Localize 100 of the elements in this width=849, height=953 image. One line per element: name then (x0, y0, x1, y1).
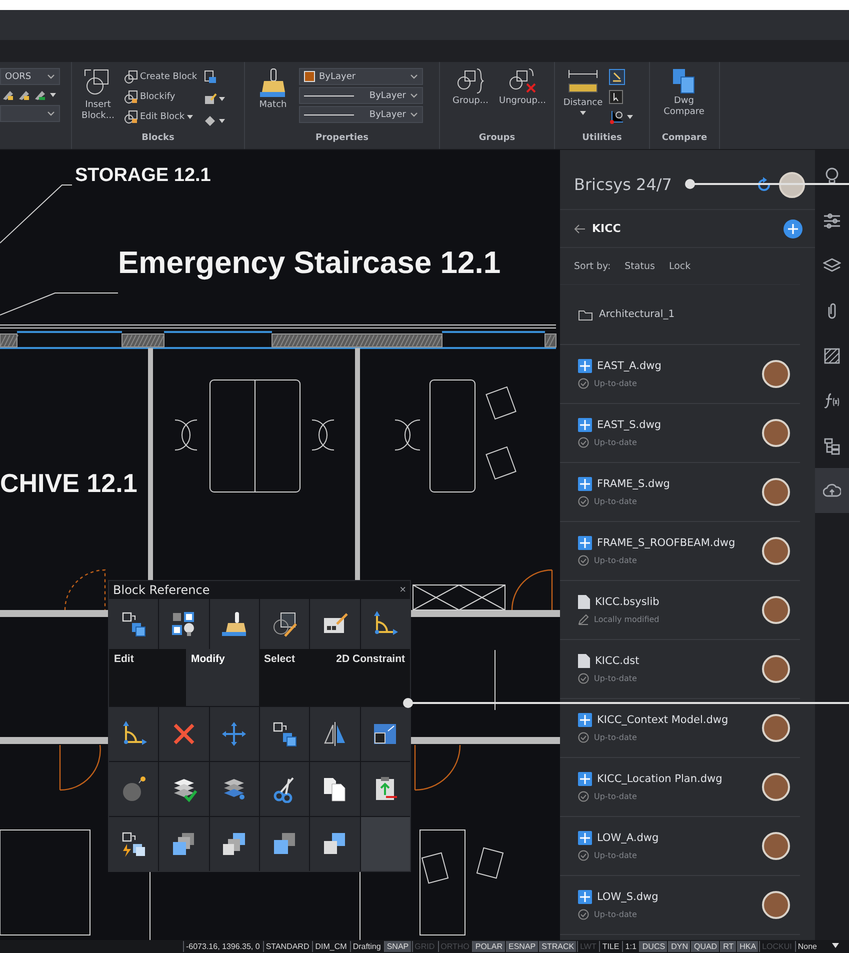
check-circle-icon (578, 732, 589, 743)
back-arrow-icon (574, 224, 586, 234)
constraint-tool[interactable] (109, 707, 158, 761)
block-icon (124, 70, 138, 84)
caret-icon (186, 114, 193, 118)
file-name: FRAME_S_ROOFBEAM.dwg (597, 537, 736, 549)
user-avatar (762, 891, 790, 919)
bring-front-tool[interactable] (159, 817, 209, 871)
edit-block-tool[interactable] (109, 599, 158, 649)
palette-tab[interactable]: Select (259, 649, 334, 706)
scale-tool[interactable] (360, 707, 410, 761)
status-field[interactable]: STANDARD (262, 941, 312, 952)
file-row[interactable]: KICC.bsyslib Locally modified (560, 581, 800, 640)
room-label: Emergency Staircase 12.1 (118, 245, 501, 281)
paste-tool[interactable] (360, 762, 410, 816)
status-toggle[interactable]: SNAP (384, 941, 411, 952)
constraint-tool[interactable] (360, 599, 410, 649)
file-row[interactable]: EAST_S.dwg Up-to-date (560, 404, 800, 463)
status-toggle[interactable]: RT (720, 941, 736, 952)
user-avatar (762, 773, 790, 801)
check-circle-icon (578, 496, 589, 507)
select-tool[interactable] (260, 599, 310, 649)
door-swing (511, 569, 553, 611)
status-field[interactable]: -6073.16, 1396.35, 0 (182, 941, 262, 952)
user-avatar[interactable] (779, 172, 805, 198)
chevron-down-icon (47, 74, 55, 80)
status-field[interactable]: Drafting (350, 941, 383, 952)
mirror-tool[interactable] (310, 707, 360, 761)
copy-clip-tool[interactable] (310, 762, 360, 816)
status-toggle[interactable]: HKA (736, 941, 758, 952)
edit-block-button[interactable]: Edit Block (124, 108, 198, 125)
panel-title: Properties (314, 133, 370, 145)
send-back-tool[interactable] (210, 817, 259, 871)
block-lock-icon (203, 70, 218, 84)
copy-tool[interactable] (260, 707, 310, 761)
brush-icon (258, 68, 288, 98)
file-row[interactable]: KICC_Context Model.dwg Up-to-date (560, 699, 800, 758)
palette-tab[interactable]: Modify (186, 649, 259, 706)
layer-match-tool[interactable] (159, 762, 209, 816)
status-toggle[interactable]: ESNAP (506, 941, 538, 952)
drawing-canvas[interactable]: STORAGE 12.1 Emergency Staircase 12.1 CHIVE 12.1 Block Reference × Edit Modify Select 2D Constraint (0, 150, 560, 940)
pencil-icon (578, 614, 589, 625)
palette-tab[interactable]: 2D Constraint (334, 649, 410, 706)
cursor-icon (609, 68, 625, 84)
quick-copy-tool[interactable] (109, 817, 158, 871)
dwg-compare-button[interactable]: Dwg Compare (656, 68, 712, 118)
file-row[interactable]: LOW_S.dwg Up-to-date (560, 876, 800, 935)
status-toggle[interactable]: STRACK (538, 941, 576, 952)
layer-tool[interactable] (210, 762, 259, 816)
file-row[interactable]: KICC_Location Plan.dwg Up-to-date (560, 758, 800, 817)
palette-tab[interactable]: Edit (109, 649, 186, 706)
layer-dropdown[interactable]: OORS (0, 68, 60, 85)
drawing-file-icon (578, 418, 592, 432)
distance-button[interactable]: Distance (561, 68, 605, 115)
door-swing (59, 744, 101, 791)
visibility-tool[interactable] (159, 599, 209, 649)
linetype-dropdown[interactable]: ByLayer (299, 87, 423, 104)
insert-block-button[interactable]: Insert Block... (78, 68, 118, 122)
send-under-tool[interactable] (310, 817, 360, 871)
bring-above-tool[interactable] (260, 817, 310, 871)
color-swatch-icon (304, 71, 315, 82)
wall-line (494, 650, 496, 710)
file-row[interactable]: EAST_A.dwg Up-to-date (560, 345, 800, 404)
lineweight-dropdown[interactable]: ByLayer (299, 106, 423, 123)
folder-item[interactable]: Architectural_1 (560, 285, 800, 345)
file-row[interactable]: FRAME_S.dwg Up-to-date (560, 463, 800, 522)
file-row[interactable]: KICC.dst Up-to-date (560, 640, 800, 699)
sort-option[interactable]: Status (624, 260, 655, 272)
status-toggle[interactable]: DYN (668, 941, 690, 952)
status-toggle[interactable]: DUCS (639, 941, 668, 952)
squares-arrow-icon (270, 720, 299, 748)
query-button[interactable] (609, 108, 633, 125)
status-toggle[interactable]: POLAR (472, 941, 504, 952)
caret-icon[interactable] (832, 943, 839, 948)
status-field[interactable]: TILE (599, 941, 622, 952)
status-toggle[interactable]: QUAD (690, 941, 720, 952)
user-avatar (762, 478, 790, 506)
match-tool[interactable] (210, 599, 259, 649)
group-button[interactable]: Group... (446, 68, 495, 107)
delete-tool[interactable] (159, 707, 209, 761)
color-dropdown[interactable]: ByLayer (299, 68, 423, 85)
close-button[interactable]: × (400, 584, 406, 596)
line-sample-icon (304, 92, 354, 98)
room-label: CHIVE 12.1 (0, 468, 138, 499)
status-field[interactable]: DIM_CM (312, 941, 349, 952)
file-row[interactable]: LOW_A.dwg Up-to-date (560, 817, 800, 876)
ungroup-button[interactable]: Ungroup... (496, 68, 548, 107)
status-field[interactable]: None (794, 941, 819, 952)
status-field[interactable]: 1:1 (622, 941, 638, 952)
cut-tool[interactable] (260, 762, 310, 816)
user-avatar (762, 419, 790, 447)
attribute-edit-tool[interactable] (310, 599, 360, 649)
caret-icon (50, 93, 56, 97)
blockify-button[interactable]: Blockify (124, 88, 198, 105)
strip-button[interactable] (815, 468, 849, 513)
sort-option[interactable]: Lock (668, 260, 691, 272)
move-tool[interactable] (210, 707, 259, 761)
match-button[interactable]: Match (251, 68, 295, 111)
create-block-button[interactable]: Create Block (124, 68, 198, 85)
file-row[interactable]: FRAME_S_ROOFBEAM.dwg Up-to-date (560, 522, 800, 581)
